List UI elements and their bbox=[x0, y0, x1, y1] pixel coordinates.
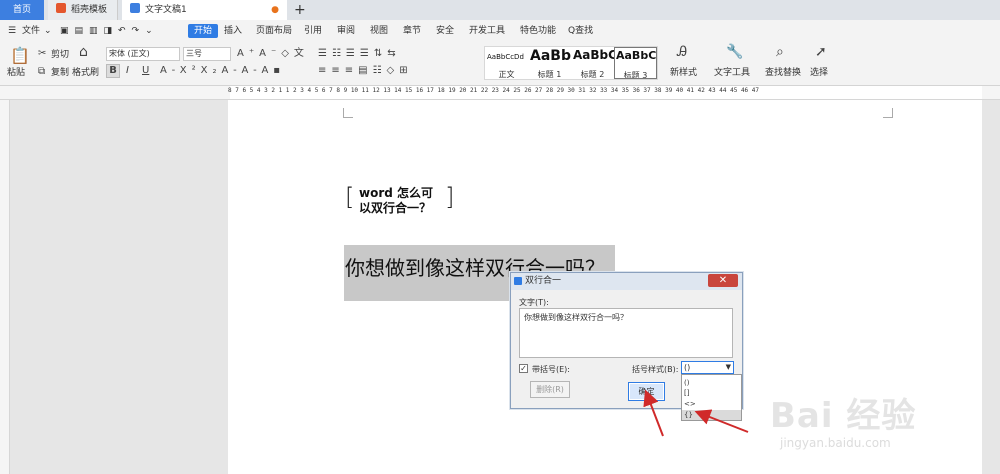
menu-references[interactable]: 引用 bbox=[304, 24, 322, 38]
scissors-icon: ✂ bbox=[38, 48, 47, 59]
menu-review[interactable]: 审阅 bbox=[337, 24, 355, 38]
quick-access-icons[interactable]: ▣▤▥◨↶↷⌄ bbox=[60, 24, 159, 38]
tab-bar: 首页 稻壳模板 文字文稿1 ● + bbox=[0, 0, 1000, 20]
bracket-left: [ bbox=[345, 183, 355, 211]
font-family-select[interactable]: 宋体 (正文) bbox=[106, 47, 180, 61]
menu-search[interactable]: Q查找 bbox=[568, 24, 593, 38]
style-heading-1[interactable]: AaBb 标题 1 bbox=[528, 47, 571, 79]
paste-icon[interactable]: 📋 bbox=[10, 47, 30, 65]
bracket-right: ] bbox=[445, 183, 455, 211]
tab-template-label: 稻壳模板 bbox=[71, 5, 108, 15]
bracket-option[interactable]: [] bbox=[684, 388, 689, 398]
style-preview: AaBbCcDd bbox=[487, 53, 524, 61]
magnifier-icon: ⌕ bbox=[776, 44, 784, 60]
style-normal[interactable]: AaBbCcDd 正文 bbox=[485, 47, 528, 79]
tab-document[interactable]: 文字文稿1 ● bbox=[122, 0, 287, 20]
vertical-ruler bbox=[0, 100, 10, 474]
new-tab-button[interactable]: + bbox=[294, 0, 306, 20]
paragraph-align-icons[interactable]: ≡≡≡▤☷◇⊞ bbox=[318, 65, 413, 77]
menu-special[interactable]: 特色功能 bbox=[520, 24, 556, 38]
text-input[interactable]: 你想做到像这样双行合一吗？ bbox=[519, 308, 733, 358]
sample-line-2: 以双行合一？ bbox=[359, 201, 432, 215]
style-preview: AaBbC bbox=[573, 48, 614, 62]
bracket-option[interactable]: () bbox=[684, 378, 689, 388]
format-painter-button[interactable]: 格式刷 bbox=[72, 67, 99, 79]
bracket-style-select[interactable]: () ▼ bbox=[681, 361, 734, 374]
tab-home[interactable]: 首页 bbox=[0, 0, 44, 20]
menu-file[interactable]: 文件 bbox=[22, 24, 40, 38]
style-label: 正文 bbox=[498, 70, 515, 79]
new-style-icon: Ꭿ bbox=[677, 44, 688, 60]
menu-security[interactable]: 安全 bbox=[436, 24, 454, 38]
menu-page-layout[interactable]: 页面布局 bbox=[256, 24, 292, 38]
style-label: 标题 2 bbox=[580, 70, 605, 79]
new-style-button[interactable]: 新样式 bbox=[670, 67, 697, 79]
underline-button[interactable]: U bbox=[142, 65, 149, 77]
unsaved-dot-icon[interactable]: ● bbox=[271, 0, 279, 20]
paste-button[interactable]: 粘贴 bbox=[7, 67, 25, 79]
bracket-checkbox-label[interactable]: 带括号(E): bbox=[532, 364, 570, 375]
paragraph-list-icons[interactable]: ☰☷☰☰⇅⇆ bbox=[318, 48, 401, 60]
font-effects-icons[interactable]: A-X²X₂A-A-A▪ bbox=[160, 65, 285, 77]
font-size-select[interactable]: 三号 bbox=[183, 47, 231, 61]
delete-button[interactable]: 删除(R) bbox=[530, 381, 570, 398]
bracket-style-dropdown: () [] <> {} bbox=[681, 374, 742, 421]
baidu-jingyan-watermark: Bai 经验 bbox=[770, 396, 917, 436]
bracket-style-value: () bbox=[684, 363, 691, 372]
menu-insert[interactable]: 插入 bbox=[224, 24, 242, 38]
menu-icon[interactable]: ☰ bbox=[8, 24, 16, 38]
menu-bar: ☰ 文件 ⌄ ▣▤▥◨↶↷⌄ 开始 插入 页面布局 引用 审阅 视图 章节 安全… bbox=[0, 20, 1000, 42]
margin-corner bbox=[343, 108, 353, 118]
bracket-checkbox[interactable]: ✓ bbox=[519, 364, 528, 373]
copy-icon: ⧉ bbox=[38, 66, 46, 77]
style-preview: AaBb bbox=[530, 48, 571, 64]
style-gallery: AaBbCcDd 正文 AaBb 标题 1 AaBbC 标题 2 AaBbC 标… bbox=[484, 46, 658, 80]
format-painter-icon[interactable]: ⌂ bbox=[79, 45, 88, 59]
tab-template[interactable]: 稻壳模板 bbox=[48, 0, 118, 20]
text-tools-button[interactable]: 文字工具 bbox=[714, 67, 750, 79]
bracket-style-label: 括号样式(B): bbox=[632, 365, 679, 374]
style-preview: AaBbC bbox=[616, 49, 657, 62]
style-heading-2[interactable]: AaBbC 标题 2 bbox=[571, 47, 614, 79]
ruler-numbers: 8 7 6 5 4 3 2 1 1 2 3 4 5 6 7 8 9 10 11 … bbox=[228, 87, 760, 94]
app-icon bbox=[514, 277, 522, 285]
menu-start[interactable]: 开始 bbox=[188, 24, 219, 38]
style-heading-3[interactable]: AaBbC 标题 3 bbox=[614, 47, 657, 79]
italic-button[interactable]: I bbox=[126, 65, 129, 77]
close-button[interactable]: ✕ bbox=[708, 274, 738, 287]
style-label: 标题 1 bbox=[537, 70, 562, 79]
copy-button[interactable]: 复制 bbox=[51, 67, 69, 79]
select-button[interactable]: 选择 bbox=[810, 67, 828, 79]
cut-button[interactable]: 剪切 bbox=[51, 49, 69, 61]
text-label: 文字(T): bbox=[519, 298, 549, 307]
tab-document-label: 文字文稿1 bbox=[145, 5, 187, 15]
font-size-tools[interactable]: A⁺A⁻◇文 bbox=[237, 48, 309, 60]
dialog-title: 双行合一 bbox=[525, 276, 562, 286]
margin-corner bbox=[883, 108, 893, 118]
combine-lines-dialog: 双行合一 ✕ 文字(T): 你想做到像这样双行合一吗？ ✓ 带括号(E): 括号… bbox=[510, 272, 743, 421]
double-line-sample: [ word 怎么可 以双行合一？ ] bbox=[345, 183, 455, 215]
menu-chapter[interactable]: 章节 bbox=[403, 24, 421, 38]
wrench-icon: 🔧 bbox=[726, 44, 744, 60]
cursor-icon: ➚ bbox=[815, 44, 827, 60]
watermark-url: jingyan.baidu.com bbox=[780, 436, 891, 450]
ok-button[interactable]: 确定 bbox=[628, 382, 665, 401]
bracket-option[interactable]: <> bbox=[684, 399, 696, 409]
style-label: 标题 3 bbox=[623, 71, 648, 79]
docer-logo-icon bbox=[56, 3, 66, 13]
menu-developer[interactable]: 开发工具 bbox=[469, 24, 505, 38]
find-replace-button[interactable]: 查找替换 bbox=[765, 67, 801, 79]
menu-view[interactable]: 视图 bbox=[370, 24, 388, 38]
writer-doc-icon bbox=[130, 3, 140, 13]
bold-button[interactable]: B bbox=[106, 64, 120, 78]
bracket-option-highlighted[interactable]: {} bbox=[682, 410, 741, 420]
chevron-down-icon[interactable]: ▼ bbox=[726, 362, 731, 373]
chevron-down-icon[interactable]: ⌄ bbox=[44, 24, 52, 38]
